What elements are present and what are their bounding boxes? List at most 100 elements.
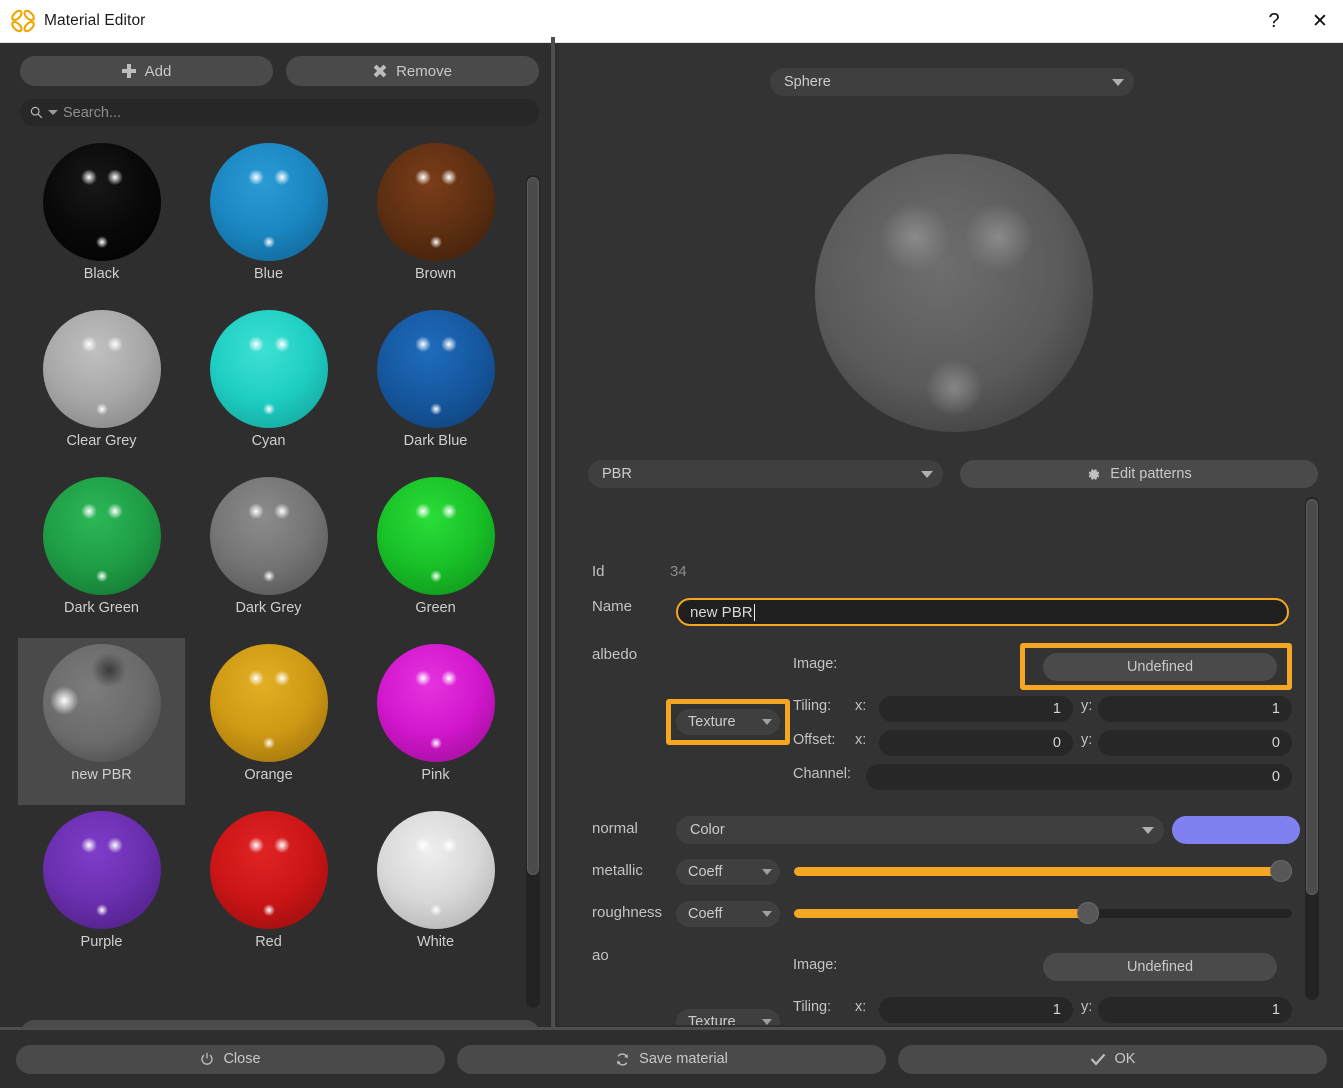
albedo-label-row: albedo xyxy=(592,646,637,663)
material-item[interactable]: new PBR xyxy=(18,638,185,805)
add-button[interactable]: Add xyxy=(20,56,273,86)
material-sphere-thumbnail xyxy=(376,477,495,595)
name-input-value: new PBR xyxy=(690,603,753,621)
help-button[interactable]: ? xyxy=(1251,0,1297,43)
material-item-label: Cyan xyxy=(251,433,286,449)
gear-icon xyxy=(1088,468,1100,480)
chevron-down-icon xyxy=(762,1019,772,1025)
normal-mode-select[interactable]: Color xyxy=(676,816,1164,844)
name-row: Name xyxy=(592,598,670,615)
material-item[interactable]: Pink xyxy=(352,638,519,805)
ao-image-label: Image: xyxy=(793,957,838,973)
metallic-slider-knob[interactable] xyxy=(1270,860,1292,882)
normal-label: normal xyxy=(592,820,638,837)
remove-button[interactable]: Remove xyxy=(286,56,539,86)
ao-tiling-y-input[interactable]: 1 xyxy=(1098,997,1292,1023)
material-item[interactable]: Dark Blue xyxy=(352,304,519,471)
albedo-tiling-y-input[interactable]: 1 xyxy=(1098,696,1292,722)
material-item-label: Purple xyxy=(80,934,123,950)
material-editor-logo-icon xyxy=(11,9,35,33)
material-sphere-thumbnail xyxy=(209,143,328,261)
dialog-footer: Close Save material OK xyxy=(0,1030,1343,1088)
search-input[interactable]: Search... xyxy=(20,99,539,126)
material-item[interactable]: Blue xyxy=(185,137,352,304)
roughness-mode-select[interactable]: Coeff xyxy=(676,901,780,927)
material-item-label: Orange xyxy=(244,767,293,783)
albedo-tiling-y-label-row: y: xyxy=(1081,698,1092,714)
ao-image-row: Image: xyxy=(793,957,837,973)
albedo-tiling-label: Tiling: xyxy=(793,698,832,714)
material-sphere-thumbnail xyxy=(209,477,328,595)
material-sphere-thumbnail xyxy=(376,143,495,261)
chevron-down-icon xyxy=(921,470,933,478)
material-sphere-thumbnail xyxy=(42,310,161,428)
material-type-select[interactable]: PBR xyxy=(588,460,943,488)
id-row: Id 34 xyxy=(592,563,687,580)
close-icon[interactable]: ✕ xyxy=(1297,0,1343,43)
material-item[interactable]: Orange xyxy=(185,638,352,805)
material-type-value: PBR xyxy=(602,466,632,482)
albedo-offset-x-input[interactable]: 0 xyxy=(879,730,1073,756)
close-button[interactable]: Close xyxy=(16,1044,445,1074)
material-item[interactable]: Purple xyxy=(18,805,185,972)
material-preview[interactable] xyxy=(559,103,1343,483)
albedo-offset-y-label-row: y: xyxy=(1081,732,1092,748)
material-item[interactable]: Dark Grey xyxy=(185,471,352,638)
properties-scrollbar-thumb[interactable] xyxy=(1306,499,1318,895)
metallic-mode-select[interactable]: Coeff xyxy=(676,859,780,885)
text-caret xyxy=(753,603,755,621)
material-item-label: Pink xyxy=(421,767,450,783)
albedo-channel-input[interactable]: 0 xyxy=(866,764,1292,790)
ao-image-button[interactable]: Undefined xyxy=(1043,953,1277,981)
albedo-tiling-row: Tiling: x: xyxy=(793,698,874,714)
albedo-mode-select[interactable]: Texture xyxy=(676,709,780,735)
material-sphere-thumbnail xyxy=(42,644,161,762)
material-item[interactable]: Cyan xyxy=(185,304,352,471)
ao-label-row: ao xyxy=(592,947,609,964)
material-item[interactable]: White xyxy=(352,805,519,972)
ao-mode-value: Texture xyxy=(688,1014,736,1025)
panel-splitter[interactable] xyxy=(551,37,555,1027)
chevron-down-icon xyxy=(762,719,772,725)
preview-shape-select[interactable]: Sphere xyxy=(770,68,1134,96)
title-bar: Material Editor ? ✕ xyxy=(0,0,1343,43)
ao-tiling-x-input[interactable]: 1 xyxy=(879,997,1073,1023)
material-item[interactable]: Green xyxy=(352,471,519,638)
preview-shape-value: Sphere xyxy=(784,74,831,90)
roughness-label-row: roughness xyxy=(592,904,662,921)
power-icon xyxy=(201,1052,214,1065)
albedo-offset-y-input[interactable]: 0 xyxy=(1098,730,1292,756)
material-item[interactable]: Dark Green xyxy=(18,471,185,638)
roughness-mode-value: Coeff xyxy=(688,906,723,922)
material-grid: Black Blue Brown Clear Grey Cyan Dark Blue Dar… xyxy=(18,137,520,981)
material-item-label: Black xyxy=(83,266,120,282)
chevron-down-icon[interactable] xyxy=(48,110,58,115)
metallic-slider[interactable] xyxy=(794,858,1292,884)
metallic-label: metallic xyxy=(592,862,643,879)
material-library-panel: Add Remove Search... Black Blue Brown Clear… xyxy=(0,43,556,1047)
normal-color-swatch[interactable] xyxy=(1172,816,1300,844)
albedo-image-button[interactable]: Undefined xyxy=(1043,653,1277,681)
ok-button[interactable]: OK xyxy=(898,1044,1327,1074)
ao-mode-select[interactable]: Texture xyxy=(676,1009,780,1025)
library-scrollbar-thumb[interactable] xyxy=(527,177,539,875)
material-item[interactable]: Brown xyxy=(352,137,519,304)
albedo-tiling-x-input[interactable]: 1 xyxy=(879,696,1073,722)
material-item-label: White xyxy=(416,934,455,950)
material-item[interactable]: Clear Grey xyxy=(18,304,185,471)
chevron-down-icon xyxy=(762,911,772,917)
edit-patterns-button[interactable]: Edit patterns xyxy=(960,460,1318,488)
material-item[interactable]: Red xyxy=(185,805,352,972)
name-input[interactable]: new PBR xyxy=(676,598,1289,626)
plus-icon xyxy=(121,64,136,78)
roughness-slider[interactable] xyxy=(794,900,1292,926)
material-item-label: Green xyxy=(415,600,456,616)
preview-sphere xyxy=(815,154,1093,432)
material-sphere-thumbnail xyxy=(376,811,495,929)
material-item[interactable]: Black xyxy=(18,137,185,304)
material-editor-window: Material Editor ? ✕ Add Remove Search... xyxy=(0,0,1343,1088)
add-button-label: Add xyxy=(144,62,172,80)
chevron-down-icon xyxy=(1112,78,1124,86)
roughness-slider-knob[interactable] xyxy=(1077,902,1099,924)
save-material-button[interactable]: Save material xyxy=(457,1044,886,1074)
